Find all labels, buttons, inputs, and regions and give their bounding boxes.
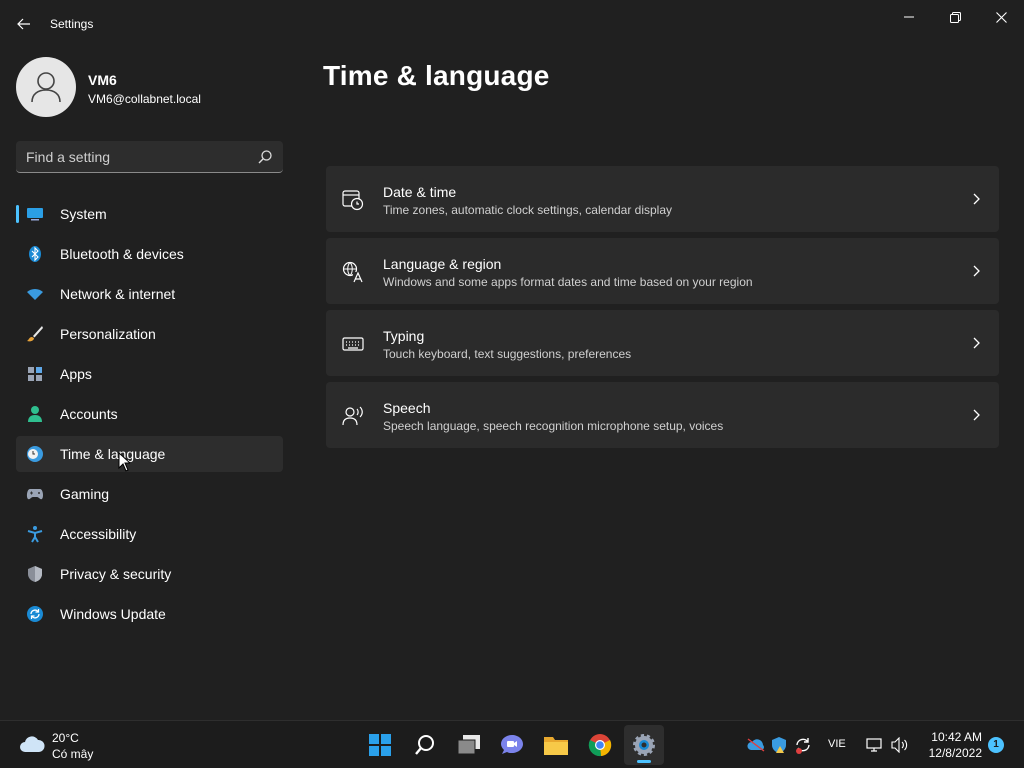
search-box[interactable]: Find a setting (16, 141, 283, 173)
taskbar: 20°C Có mây VIE 10:42 AM 12/8/2022 1 (0, 720, 1024, 768)
keyboard-icon (342, 337, 364, 351)
sidebar-item-bluetooth[interactable]: Bluetooth & devices (16, 236, 283, 272)
close-button[interactable] (978, 4, 1024, 30)
task-view-button[interactable] (449, 725, 489, 765)
sidebar-item-personalization[interactable]: Personalization (16, 316, 283, 352)
user-email: VM6@collabnet.local (88, 92, 201, 106)
card-speech[interactable]: Speech Speech language, speech recogniti… (326, 382, 999, 448)
apps-icon (26, 365, 44, 383)
shield-icon (26, 565, 44, 583)
input-language[interactable]: VIE (828, 738, 846, 750)
settings-cards: Date & time Time zones, automatic clock … (326, 166, 999, 454)
sidebar-nav: System Bluetooth & devices Network & int… (16, 196, 283, 636)
back-button[interactable] (10, 12, 38, 36)
taskbar-search-button[interactable] (405, 725, 445, 765)
onedrive-tray[interactable] (746, 735, 766, 755)
card-date-time[interactable]: Date & time Time zones, automatic clock … (326, 166, 999, 232)
file-explorer-icon (544, 737, 568, 755)
gamepad-icon (26, 485, 44, 503)
chat-icon (501, 735, 523, 754)
card-title: Language & region (383, 256, 502, 272)
chevron-right-icon (973, 265, 980, 277)
settings-button[interactable] (624, 725, 664, 765)
sidebar-item-gaming[interactable]: Gaming (16, 476, 283, 512)
user-name: VM6 (88, 72, 117, 88)
sidebar-item-privacy[interactable]: Privacy & security (16, 556, 283, 592)
speech-icon (342, 406, 363, 426)
bluetooth-icon (26, 245, 44, 263)
volume-icon (891, 737, 908, 753)
update-icon (26, 605, 44, 623)
clock-time[interactable]: 10:42 AM (920, 730, 982, 744)
start-icon (369, 734, 391, 756)
system-icon (26, 205, 44, 223)
volume-tray[interactable] (890, 735, 910, 755)
onedrive-icon (747, 738, 765, 752)
language-icon (342, 261, 363, 283)
minimize-icon (904, 16, 914, 18)
chevron-right-icon (973, 337, 980, 349)
card-subtitle: Windows and some apps format dates and t… (383, 275, 753, 289)
app-title: Settings (50, 17, 94, 31)
card-subtitle: Time zones, automatic clock settings, ca… (383, 203, 673, 217)
mouse-cursor-icon (118, 452, 130, 472)
sidebar-item-apps[interactable]: Apps (16, 356, 283, 392)
chrome-icon (588, 734, 612, 757)
user-icon (31, 72, 61, 103)
card-language-region[interactable]: Language & region Windows and some apps … (326, 238, 999, 304)
chevron-right-icon (973, 409, 980, 421)
security-tray[interactable] (769, 735, 789, 755)
sidebar-item-system[interactable]: System (16, 196, 283, 232)
back-arrow-icon (17, 18, 30, 30)
minimize-button[interactable] (886, 4, 932, 30)
brush-icon (26, 325, 44, 343)
cloud-icon[interactable] (18, 734, 46, 754)
search-icon[interactable] (257, 149, 273, 165)
windows-security-icon (772, 737, 786, 753)
card-title: Date & time (383, 184, 457, 200)
notification-badge[interactable]: 1 (988, 737, 1004, 753)
file-explorer-button[interactable] (536, 725, 576, 765)
sidebar-item-network[interactable]: Network & internet (16, 276, 283, 312)
clock-date[interactable]: 12/8/2022 (920, 746, 982, 760)
chat-button[interactable] (492, 725, 532, 765)
sidebar-item-time-language[interactable]: Time & language (16, 436, 283, 472)
avatar[interactable] (16, 57, 76, 117)
restore-button[interactable] (932, 4, 978, 30)
card-typing[interactable]: Typing Touch keyboard, text suggestions,… (326, 310, 999, 376)
title-bar: Settings (0, 0, 1024, 48)
card-subtitle: Speech language, speech recognition micr… (383, 419, 724, 433)
sync-tray[interactable] (793, 735, 813, 755)
close-icon (995, 11, 1007, 23)
accounts-icon (26, 405, 44, 423)
card-title: Typing (383, 328, 425, 344)
accessibility-icon (26, 525, 44, 543)
search-input[interactable]: Find a setting (26, 149, 110, 165)
card-subtitle: Touch keyboard, text suggestions, prefer… (383, 347, 632, 361)
chevron-right-icon (973, 193, 980, 205)
search-icon (415, 735, 434, 755)
sidebar-item-windows-update[interactable]: Windows Update (16, 596, 283, 632)
time-language-icon (26, 445, 44, 463)
task-view-icon (457, 735, 480, 755)
page-title: Time & language (323, 60, 550, 91)
card-title: Speech (383, 400, 431, 416)
wifi-icon (26, 285, 44, 303)
chrome-button[interactable] (580, 725, 620, 765)
sync-icon (796, 738, 810, 754)
start-button[interactable] (360, 725, 400, 765)
network-tray[interactable] (864, 735, 884, 755)
restore-icon (949, 11, 961, 23)
weather-temperature[interactable]: 20°C (52, 731, 79, 745)
weather-condition[interactable]: Có mây (52, 747, 93, 761)
settings-icon (633, 734, 655, 756)
sidebar-item-accounts[interactable]: Accounts (16, 396, 283, 432)
network-icon (866, 738, 882, 752)
sidebar-item-accessibility[interactable]: Accessibility (16, 516, 283, 552)
clock-calendar-icon (342, 190, 364, 211)
